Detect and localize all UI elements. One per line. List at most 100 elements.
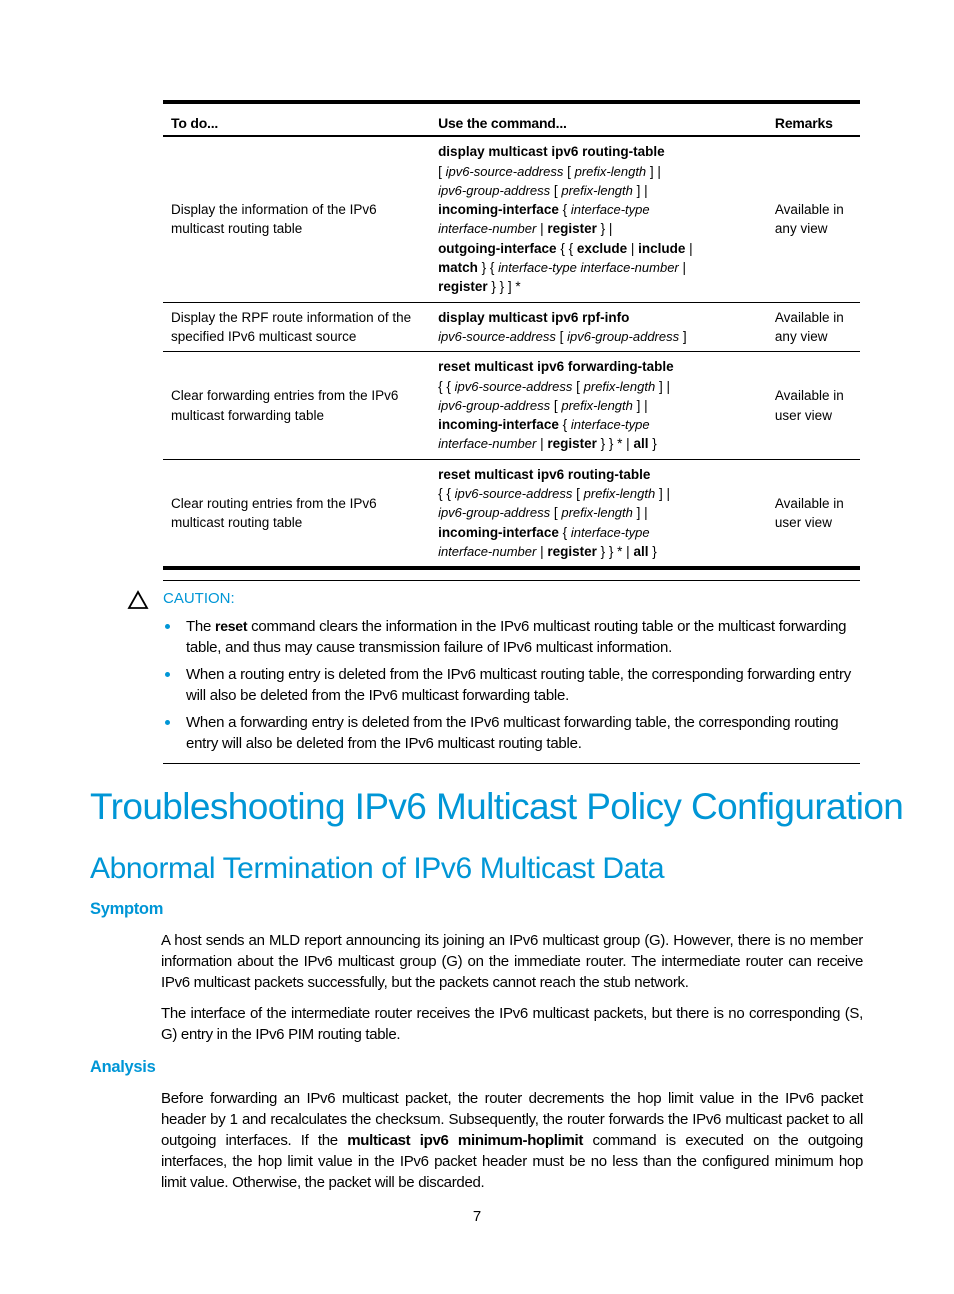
parameter: interface-type	[570, 417, 650, 433]
command-cell: reset multicast ipv6 routing-table { { ip…	[430, 459, 767, 571]
analysis-heading: Analysis	[90, 1058, 156, 1076]
remarks-cell: Available in any view	[766, 136, 860, 303]
remarks-text: Available in	[774, 202, 844, 218]
syntax-symbol: |	[678, 260, 687, 276]
caution-text: command clears the information in the IP…	[186, 618, 847, 656]
syntax-symbol: { {	[556, 240, 577, 256]
remarks-cell: Available in any view	[766, 302, 860, 353]
command-syntax-line: interface-number | register } |	[438, 219, 759, 238]
syntax-symbol: } |	[596, 221, 613, 237]
command-syntax-line: { { ipv6-source-address [ prefix-length …	[438, 484, 759, 503]
keyword: incoming-interface	[438, 417, 559, 433]
parameter: prefix-length	[561, 505, 633, 521]
symptom-paragraph-1: A host sends an MLD report announcing it…	[161, 932, 863, 991]
parameter: ipv6-group-address	[567, 328, 680, 344]
bullet-icon	[165, 672, 170, 677]
parameter: prefix-length	[574, 163, 647, 179]
caution-list: The reset command clears the information…	[163, 616, 860, 754]
syntax-symbol: } } * |	[596, 543, 634, 559]
syntax-symbol: ] |	[632, 397, 648, 413]
todo-cell: Display the RPF route information of the…	[163, 302, 431, 353]
table-header-row: To do... Use the command... Remarks	[163, 99, 860, 138]
parameter: prefix-length	[561, 397, 633, 413]
parameter: prefix-length	[583, 378, 656, 394]
column-header-remarks: Remarks	[766, 99, 860, 138]
command-table: To do... Use the command... Remarks Disp…	[163, 99, 860, 571]
section-title: Troubleshooting IPv6 Multicast Policy Co…	[90, 786, 904, 827]
command-cell: reset multicast ipv6 forwarding-table { {…	[430, 351, 767, 460]
parameter: interface-number	[438, 543, 537, 559]
command-syntax-line: interface-number | register } } * | all …	[438, 434, 759, 453]
parameter: ipv6-group-address	[438, 505, 551, 521]
syntax-symbol: [	[550, 397, 562, 413]
syntax-symbol: |	[627, 240, 639, 256]
remarks-text: user view	[774, 407, 832, 423]
todo-text: Display the information of the IPv6	[171, 202, 377, 218]
command-cell: display multicast ipv6 rpf-info ipv6-sour…	[430, 302, 767, 353]
command-keyword: multicast ipv6 minimum-hoplimit	[347, 1132, 584, 1149]
todo-text: specified IPv6 multicast source	[171, 328, 357, 344]
todo-text: multicast routing table	[171, 514, 303, 530]
remarks-cell: Available in user view	[766, 351, 860, 460]
table-row: Display the RPF route information of the…	[163, 302, 860, 353]
command-syntax-line: match } { interface-type interface-numbe…	[438, 258, 759, 277]
syntax-symbol: { {	[438, 378, 455, 394]
command-syntax-line: ipv6-group-address [ prefix-length ] |	[438, 396, 759, 415]
command-syntax-line: ipv6-group-address [ prefix-length ] |	[438, 181, 759, 200]
bullet-icon	[165, 624, 170, 629]
keyword: display multicast ipv6 routing-table	[438, 144, 665, 160]
parameter: ipv6-source-address	[454, 378, 573, 394]
syntax-symbol: } } ] *	[487, 279, 521, 295]
todo-text: Clear routing entries from the IPv6	[171, 495, 377, 511]
remarks-text: user view	[774, 514, 832, 530]
todo-text: multicast forwarding table	[171, 407, 325, 423]
parameter: prefix-length	[583, 486, 656, 502]
keyword: reset multicast ipv6 forwarding-table	[438, 359, 674, 375]
keyword: outgoing-interface	[438, 240, 557, 256]
command-name: display multicast ipv6 rpf-info	[438, 308, 759, 327]
todo-cell: Clear forwarding entries from the IPv6 m…	[163, 351, 431, 460]
syntax-symbol: {	[558, 202, 571, 218]
syntax-symbol: [	[555, 328, 568, 344]
keyword: include	[638, 240, 686, 256]
remarks-text: any view	[774, 221, 828, 237]
command-syntax-line: incoming-interface { interface-type	[438, 200, 759, 219]
command-name: reset multicast ipv6 forwarding-table	[438, 357, 759, 376]
syntax-symbol: ] |	[655, 486, 670, 502]
keyword: all	[633, 543, 649, 559]
command-syntax-line: incoming-interface { interface-type	[438, 415, 759, 434]
todo-text: Clear forwarding entries from the IPv6	[171, 388, 399, 404]
caution-item: When a forwarding entry is deleted from …	[163, 712, 860, 754]
syntax-symbol: { {	[438, 486, 455, 502]
column-header-todo: To do...	[163, 99, 431, 138]
syntax-symbol: |	[685, 240, 693, 256]
command-syntax-line: interface-number | register } } * | all …	[438, 542, 759, 561]
parameter: interface-number	[438, 436, 537, 452]
syntax-symbol: [	[550, 182, 562, 198]
table-row: Display the information of the IPv6 mult…	[163, 136, 860, 303]
caution-box: CAUTION: The reset command clears the in…	[127, 580, 860, 764]
keyword: register	[438, 279, 488, 295]
syntax-symbol: |	[536, 436, 548, 452]
syntax-symbol: |	[536, 543, 548, 559]
column-header-command: Use the command...	[430, 99, 767, 138]
command-syntax-line: register } } ] *	[438, 277, 759, 296]
caution-text: The	[186, 618, 216, 635]
analysis-paragraph: Before forwarding an IPv6 multicast pack…	[161, 1088, 863, 1193]
command-syntax-line: incoming-interface { interface-type	[438, 523, 759, 542]
remarks-text: Available in	[774, 495, 844, 511]
command-syntax-line: [ ipv6-source-address [ prefix-length ] …	[438, 162, 759, 181]
caution-item: The reset command clears the information…	[163, 616, 860, 658]
syntax-symbol: [	[572, 486, 584, 502]
parameter: ipv6-source-address	[445, 163, 564, 179]
keyword: reset multicast ipv6 routing-table	[438, 466, 651, 482]
symptom-paragraph-2: The interface of the intermediate router…	[161, 1005, 863, 1043]
command-syntax-line: { { ipv6-source-address [ prefix-length …	[438, 377, 759, 396]
keyword: exclude	[576, 240, 628, 256]
syntax-symbol: ] |	[632, 182, 648, 198]
warning-triangle-icon	[127, 590, 149, 610]
keyword: display multicast ipv6 rpf-info	[438, 309, 630, 325]
caution-text: When a forwarding entry is deleted from …	[186, 714, 839, 752]
section-subtitle: Abnormal Termination of IPv6 Multicast D…	[90, 852, 665, 885]
remarks-text: Available in	[774, 388, 844, 404]
